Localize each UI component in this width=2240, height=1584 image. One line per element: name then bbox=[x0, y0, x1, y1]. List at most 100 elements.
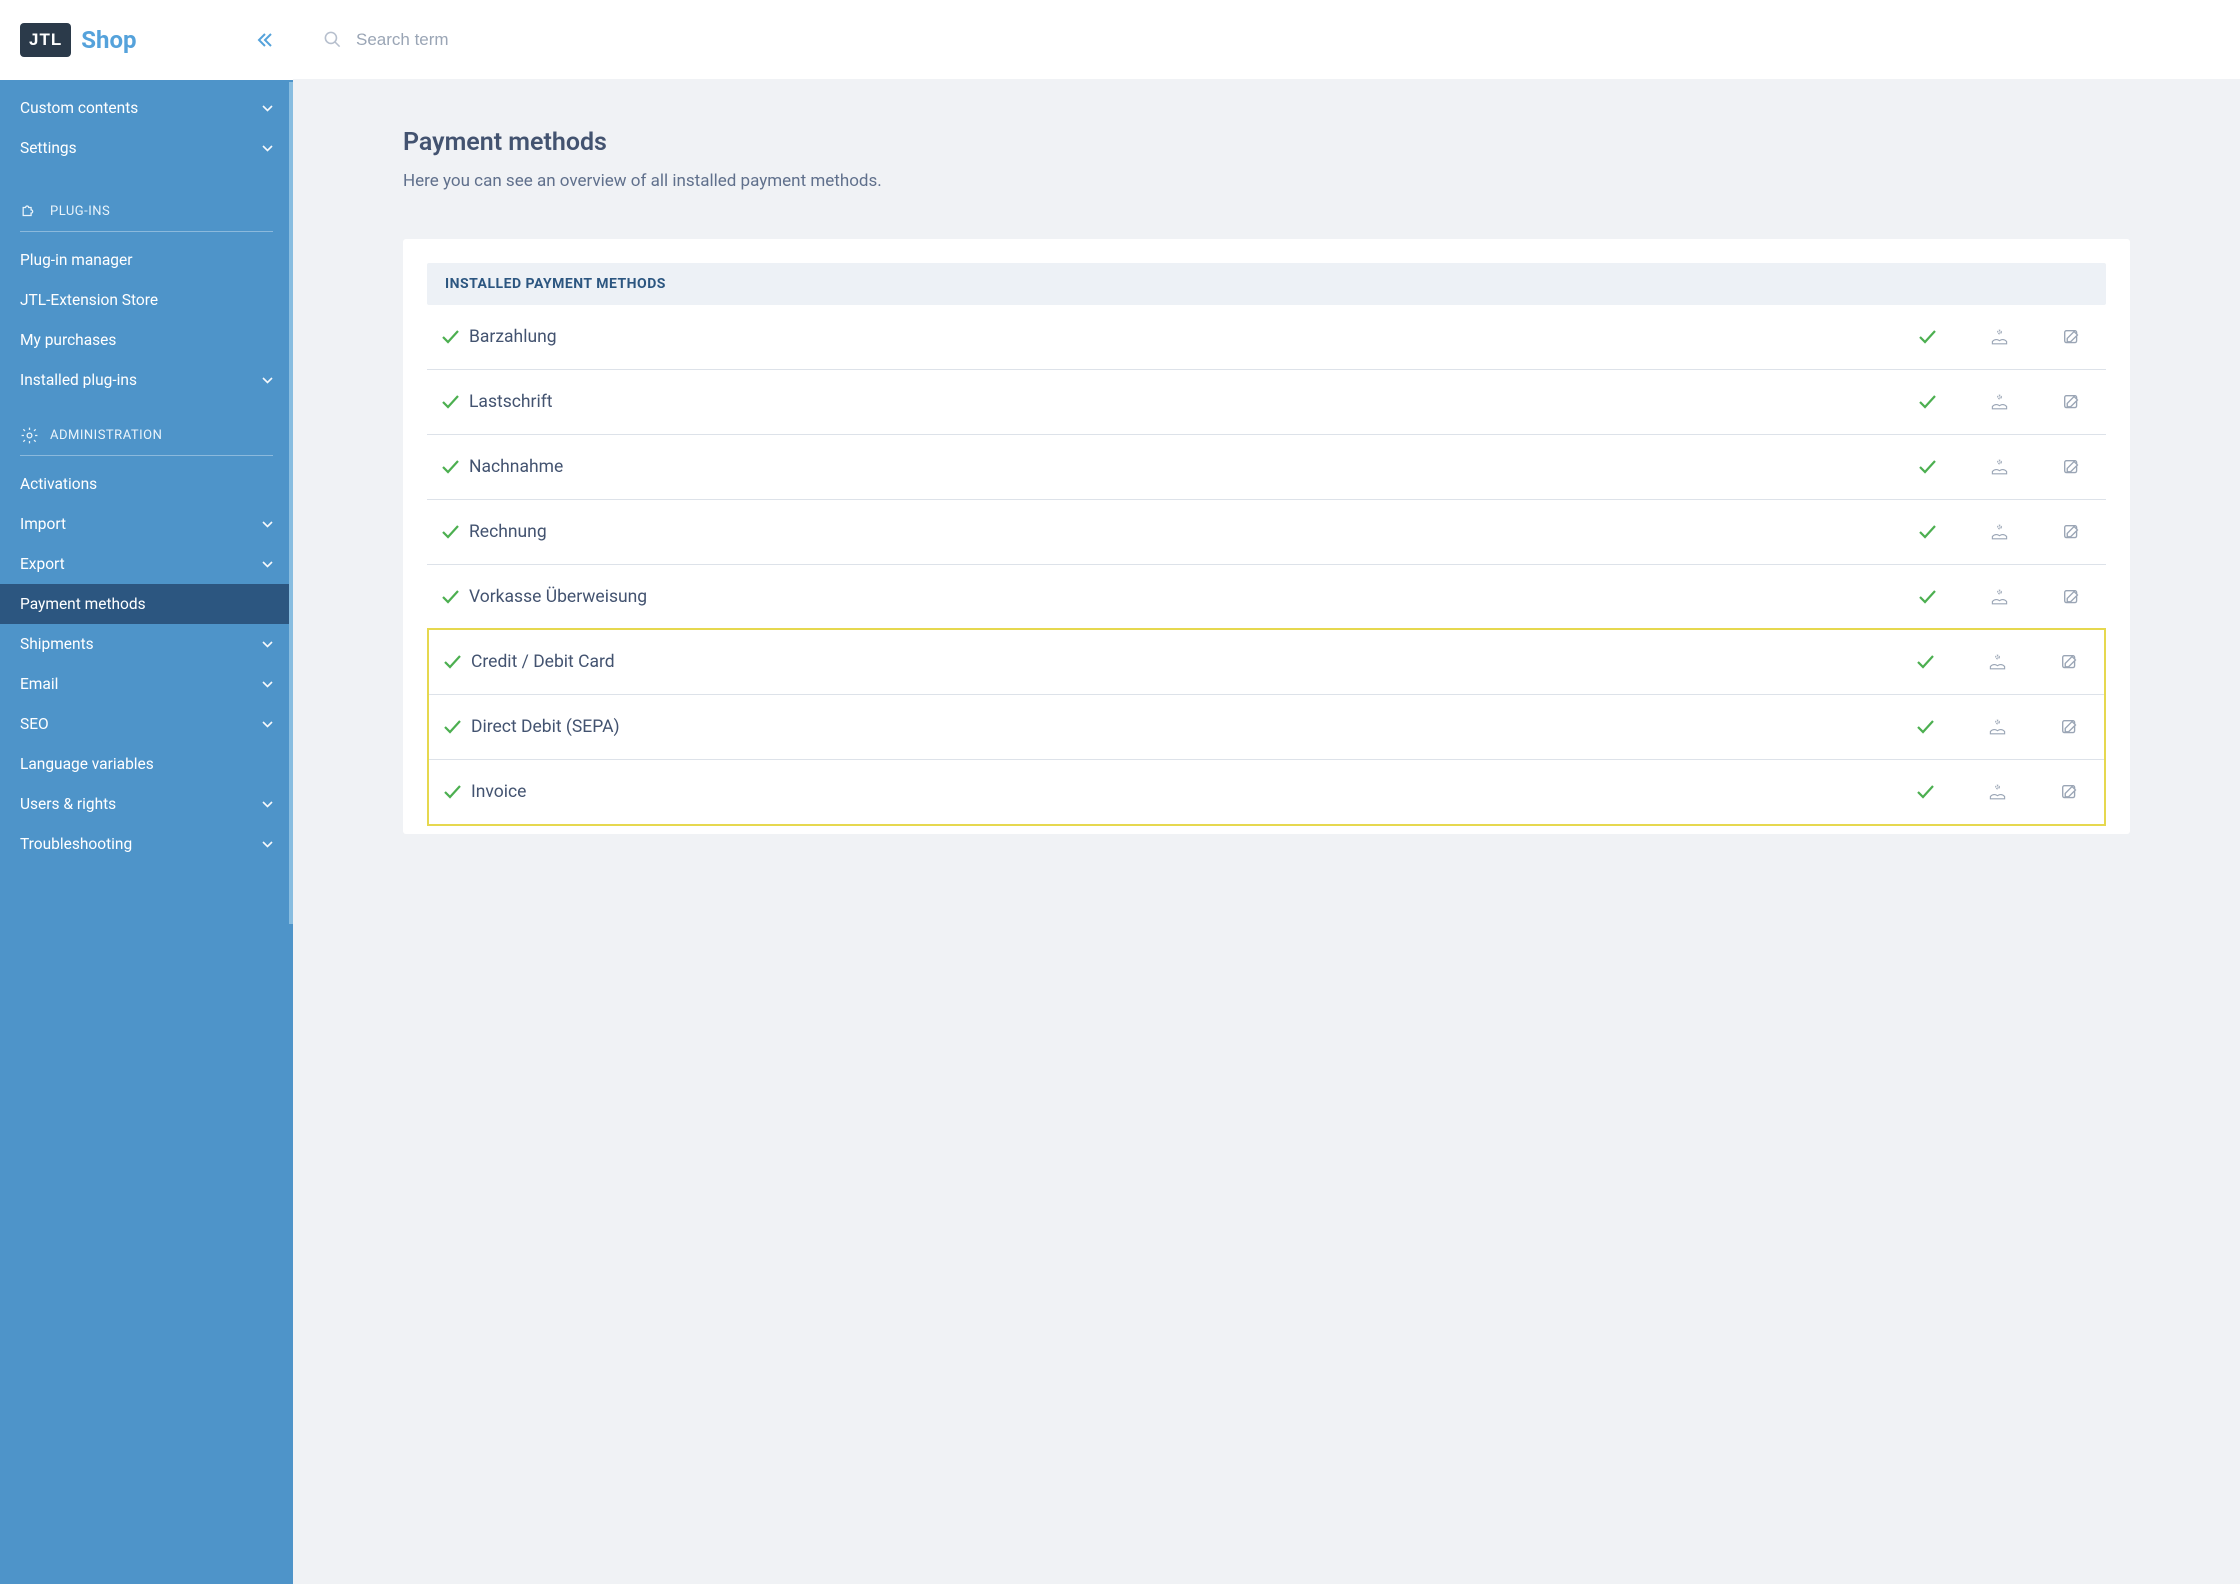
chevron-down-icon bbox=[262, 145, 273, 152]
enabled-check-icon[interactable] bbox=[1919, 525, 1936, 539]
payment-method-name: Nachnahme bbox=[465, 457, 1919, 477]
sidebar-top-nav: Custom contents Settings bbox=[0, 80, 293, 176]
sidebar-item-label: Import bbox=[20, 515, 66, 533]
status-check-icon bbox=[435, 395, 465, 409]
enabled-check-icon[interactable] bbox=[1919, 330, 1936, 344]
payment-method-name: Direct Debit (SEPA) bbox=[467, 717, 1917, 737]
status-check-icon bbox=[435, 525, 465, 539]
payout-icon[interactable]: $ bbox=[1990, 394, 2009, 411]
sidebar-item-troubleshooting[interactable]: Troubleshooting bbox=[0, 824, 293, 864]
sidebar-item-my-purchases[interactable]: My purchases bbox=[0, 320, 293, 360]
svg-text:$: $ bbox=[1997, 654, 1999, 659]
chevron-down-icon bbox=[262, 377, 273, 384]
sidebar-collapse-button[interactable] bbox=[257, 33, 273, 47]
sidebar-item-label: Plug-in manager bbox=[20, 251, 132, 269]
status-check-icon bbox=[435, 330, 465, 344]
chevron-down-icon bbox=[262, 641, 273, 648]
sidebar-item-installed-plugins[interactable]: Installed plug-ins bbox=[0, 360, 293, 400]
table-row: Direct Debit (SEPA) $ bbox=[429, 695, 2104, 760]
section-title: PLUG-INS bbox=[50, 204, 110, 219]
payment-method-name: Rechnung bbox=[465, 522, 1919, 542]
payout-icon[interactable]: $ bbox=[1988, 719, 2007, 736]
sidebar-item-label: Payment methods bbox=[20, 595, 146, 613]
highlighted-rows: Credit / Debit Card$ Direct Debit (SEPA) $… bbox=[427, 628, 2106, 826]
svg-text:$: $ bbox=[1999, 589, 2001, 594]
payout-icon[interactable]: $ bbox=[1988, 784, 2007, 801]
sidebar-item-label: Settings bbox=[20, 139, 77, 157]
sidebar-item-label: Activations bbox=[20, 475, 97, 493]
payment-method-name: Vorkasse Überweisung bbox=[465, 587, 1919, 607]
sidebar-item-language-variables[interactable]: Language variables bbox=[0, 744, 293, 784]
sidebar-item-extension-store[interactable]: JTL-Extension Store bbox=[0, 280, 293, 320]
sidebar-item-payment-methods[interactable]: Payment methods bbox=[0, 584, 293, 624]
payment-methods-panel: INSTALLED PAYMENT METHODS Barzahlung$Las… bbox=[403, 239, 2130, 834]
payment-method-name: Barzahlung bbox=[465, 327, 1919, 347]
edit-icon[interactable] bbox=[2063, 394, 2080, 411]
sidebar-item-activations[interactable]: Activations bbox=[0, 464, 293, 504]
status-check-icon bbox=[435, 460, 465, 474]
enabled-check-icon[interactable] bbox=[1917, 785, 1934, 799]
payout-icon[interactable]: $ bbox=[1990, 459, 2009, 476]
table-row: Invoice $ bbox=[429, 760, 2104, 824]
section-title: ADMINISTRATION bbox=[50, 428, 162, 443]
svg-text:$: $ bbox=[1999, 394, 2001, 399]
chevron-down-icon bbox=[262, 801, 273, 808]
table-row: Credit / Debit Card$ bbox=[429, 630, 2104, 695]
sidebar: JTL Shop Custom contents Settings bbox=[0, 0, 293, 1584]
payout-icon[interactable]: $ bbox=[1990, 524, 2009, 541]
status-check-icon bbox=[437, 655, 467, 669]
sidebar-item-shipments[interactable]: Shipments bbox=[0, 624, 293, 664]
payout-icon[interactable]: $ bbox=[1990, 329, 2009, 346]
chevron-down-icon bbox=[262, 681, 273, 688]
page-title: Payment methods bbox=[403, 128, 2130, 157]
table-row: Barzahlung $ bbox=[427, 305, 2106, 370]
divider bbox=[20, 455, 273, 456]
edit-icon[interactable] bbox=[2061, 719, 2078, 736]
sidebar-item-label: Email bbox=[20, 675, 58, 693]
brand-logo-wrap[interactable]: JTL Shop bbox=[20, 23, 137, 57]
enabled-check-icon[interactable] bbox=[1919, 395, 1936, 409]
sidebar-item-custom-contents[interactable]: Custom contents bbox=[0, 88, 293, 128]
sidebar-section-administration: ADMINISTRATION Activations Import Export… bbox=[0, 400, 293, 864]
table-row: Nachnahme $ bbox=[427, 435, 2106, 500]
sidebar-item-label: My purchases bbox=[20, 331, 116, 349]
puzzle-icon bbox=[20, 202, 39, 221]
status-check-icon bbox=[435, 590, 465, 604]
edit-icon[interactable] bbox=[2061, 784, 2078, 801]
search-wrap bbox=[323, 30, 656, 50]
sidebar-item-label: JTL-Extension Store bbox=[20, 291, 158, 309]
sidebar-item-settings[interactable]: Settings bbox=[0, 128, 293, 168]
sidebar-section-plugins: PLUG-INS Plug-in manager JTL-Extension S… bbox=[0, 176, 293, 400]
sidebar-item-label: Users & rights bbox=[20, 795, 116, 813]
payment-method-name: Invoice bbox=[467, 782, 1917, 802]
sidebar-item-users-rights[interactable]: Users & rights bbox=[0, 784, 293, 824]
enabled-check-icon[interactable] bbox=[1917, 655, 1934, 669]
sidebar-item-label: Installed plug-ins bbox=[20, 371, 137, 389]
search-input[interactable] bbox=[356, 30, 656, 50]
sidebar-item-plugin-manager[interactable]: Plug-in manager bbox=[0, 240, 293, 280]
chevron-down-icon bbox=[262, 841, 273, 848]
edit-icon[interactable] bbox=[2063, 589, 2080, 606]
sidebar-item-label: Troubleshooting bbox=[20, 835, 132, 853]
sidebar-item-import[interactable]: Import bbox=[0, 504, 293, 544]
svg-text:$: $ bbox=[1997, 784, 1999, 789]
chevron-down-icon bbox=[262, 721, 273, 728]
main: Payment methods Here you can see an over… bbox=[293, 0, 2240, 1584]
sidebar-scrollbar[interactable] bbox=[289, 82, 293, 924]
chevron-down-icon bbox=[262, 105, 273, 112]
payout-icon[interactable]: $ bbox=[1988, 654, 2007, 671]
edit-icon[interactable] bbox=[2063, 524, 2080, 541]
edit-icon[interactable] bbox=[2063, 459, 2080, 476]
enabled-check-icon[interactable] bbox=[1919, 590, 1936, 604]
sidebar-item-seo[interactable]: SEO bbox=[0, 704, 293, 744]
payout-icon[interactable]: $ bbox=[1990, 589, 2009, 606]
brand-logo: JTL bbox=[20, 23, 71, 57]
sidebar-item-label: Language variables bbox=[20, 755, 154, 773]
enabled-check-icon[interactable] bbox=[1919, 460, 1936, 474]
edit-icon[interactable] bbox=[2063, 329, 2080, 346]
edit-icon[interactable] bbox=[2061, 654, 2078, 671]
sidebar-item-email[interactable]: Email bbox=[0, 664, 293, 704]
brand-row: JTL Shop bbox=[0, 0, 293, 80]
enabled-check-icon[interactable] bbox=[1917, 720, 1934, 734]
sidebar-item-export[interactable]: Export bbox=[0, 544, 293, 584]
